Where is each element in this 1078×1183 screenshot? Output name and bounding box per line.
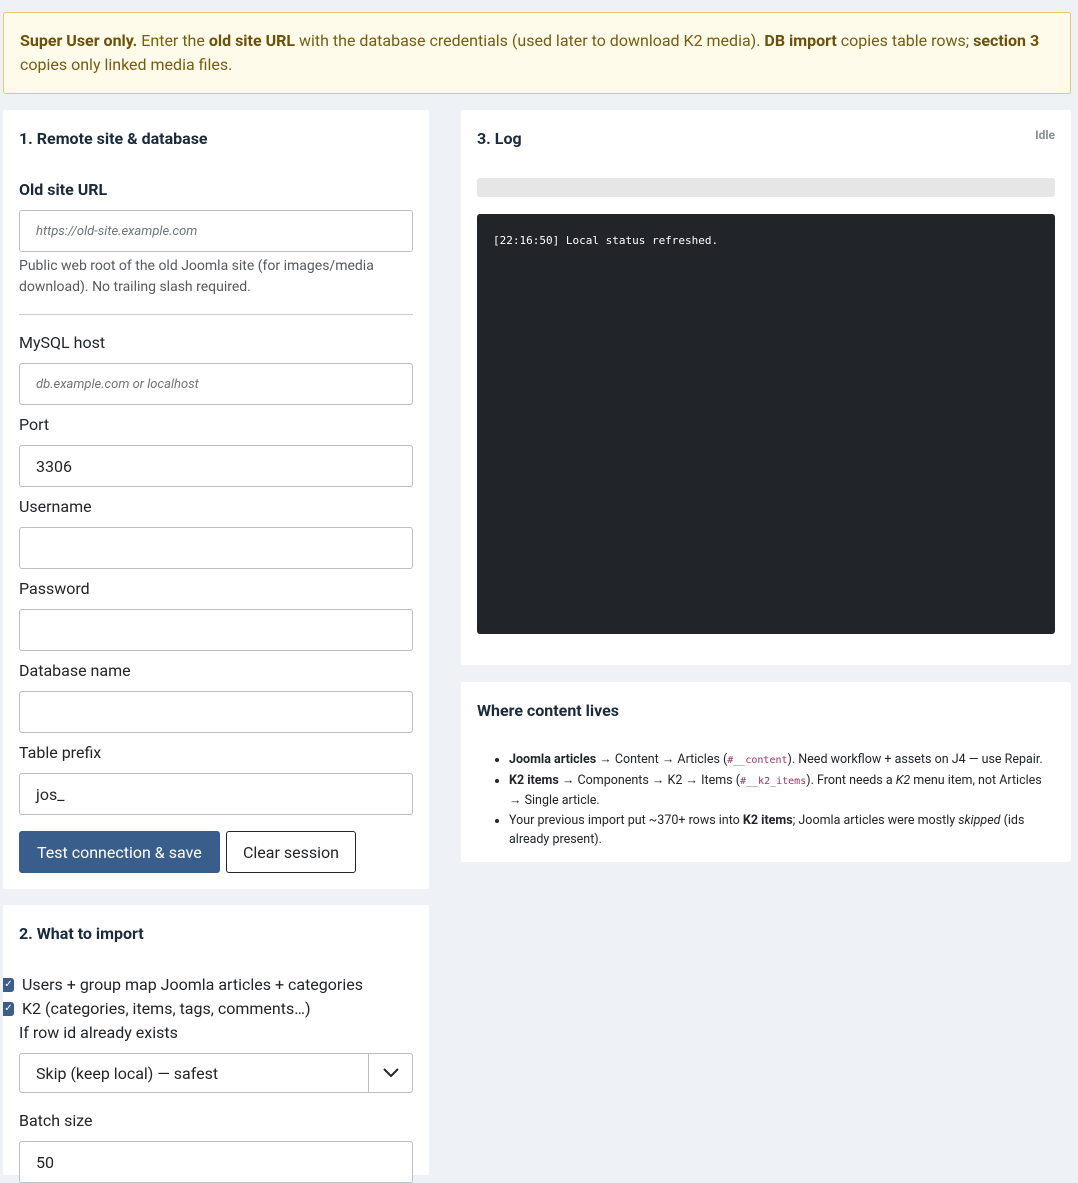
list-item: Joomla articles → Content → Articles (#_… xyxy=(509,750,1053,771)
what-to-import-card: 2. What to import ✓ Users + group map Jo… xyxy=(3,905,429,1183)
import-users-articles-row[interactable]: ✓ Users + group map Joomla articles + ca… xyxy=(3,975,363,994)
what-to-import-title: 2. What to import xyxy=(19,924,144,943)
password-input[interactable] xyxy=(19,609,413,651)
import-k2-row[interactable]: ✓ K2 (categories, items, tags, comments…… xyxy=(3,999,311,1018)
table-prefix-label: Table prefix xyxy=(19,743,102,762)
clear-session-button[interactable]: Clear session xyxy=(226,831,356,873)
where-content-card: Where content lives Joomla articles → Co… xyxy=(461,682,1071,862)
import-k2-label: K2 (categories, items, tags, comments…) xyxy=(22,999,311,1018)
log-card: 3. Log Idle [22:16:50] Local status refr… xyxy=(461,110,1071,665)
username-label: Username xyxy=(19,497,92,516)
mysql-host-input[interactable]: db.example.com or localhost xyxy=(19,363,413,405)
remote-site-title: 1. Remote site & database xyxy=(19,129,208,148)
alert-section-3: section 3 xyxy=(973,31,1040,50)
username-input[interactable] xyxy=(19,527,413,569)
batch-size-input[interactable]: 50 xyxy=(19,1141,413,1183)
alert-text-3: copies table rows; xyxy=(836,31,974,50)
log-line: [22:16:50] Local status refreshed. xyxy=(493,234,719,247)
alert-text-1: Enter the xyxy=(137,31,209,50)
alert-old-url: old site URL xyxy=(208,31,296,50)
database-name-label: Database name xyxy=(19,661,131,680)
list-item: K2 items → Components → K2 → Items (#__k… xyxy=(509,771,1053,811)
import-users-articles-label: Users + group map Joomla articles + cate… xyxy=(22,975,363,994)
batch-size-label: Batch size xyxy=(19,1111,93,1130)
alert-text-2: with the database credentials (used late… xyxy=(295,31,765,50)
port-input[interactable]: 3306 xyxy=(19,445,413,487)
old-url-help: Public web root of the old Joomla site (… xyxy=(19,258,374,295)
log-title: 3. Log xyxy=(477,129,522,148)
log-console[interactable]: [22:16:50] Local status refreshed. xyxy=(477,214,1055,634)
where-content-title: Where content lives xyxy=(477,701,620,720)
test-connection-button[interactable]: Test connection & save xyxy=(19,831,220,873)
table-prefix-input[interactable]: jos_ xyxy=(19,773,413,815)
section-divider xyxy=(19,314,413,315)
checkbox-checked-icon[interactable]: ✓ xyxy=(3,977,14,992)
row-exists-select[interactable]: Skip (keep local) — safest xyxy=(19,1053,413,1093)
password-label: Password xyxy=(19,579,90,598)
mysql-host-label: MySQL host xyxy=(19,333,106,352)
row-exists-label: If row id already exists xyxy=(19,1023,178,1042)
row-exists-value: Skip (keep local) — safest xyxy=(36,1063,219,1083)
alert-super-user: Super User only. xyxy=(20,31,138,50)
list-item: Your previous import put ~370+ rows into… xyxy=(509,811,1053,850)
remote-site-card: 1. Remote site & database Old site URL h… xyxy=(3,110,429,889)
status-badge: Idle xyxy=(1035,128,1055,142)
alert-db-import: DB import xyxy=(764,31,837,50)
database-name-input[interactable] xyxy=(19,691,413,733)
old-url-label: Old site URL xyxy=(19,180,108,199)
checkbox-checked-icon[interactable]: ✓ xyxy=(3,1001,14,1016)
progress-bar xyxy=(477,178,1055,197)
old-url-input[interactable]: https://old-site.example.com xyxy=(19,210,413,252)
super-user-alert: Super User only. Enter the old site URL … xyxy=(3,12,1071,94)
chevron-down-icon xyxy=(368,1054,412,1092)
alert-text-4: copies only linked media files. xyxy=(20,55,233,74)
port-label: Port xyxy=(19,415,50,434)
where-content-list: Joomla articles → Content → Articles (#_… xyxy=(493,750,1053,850)
